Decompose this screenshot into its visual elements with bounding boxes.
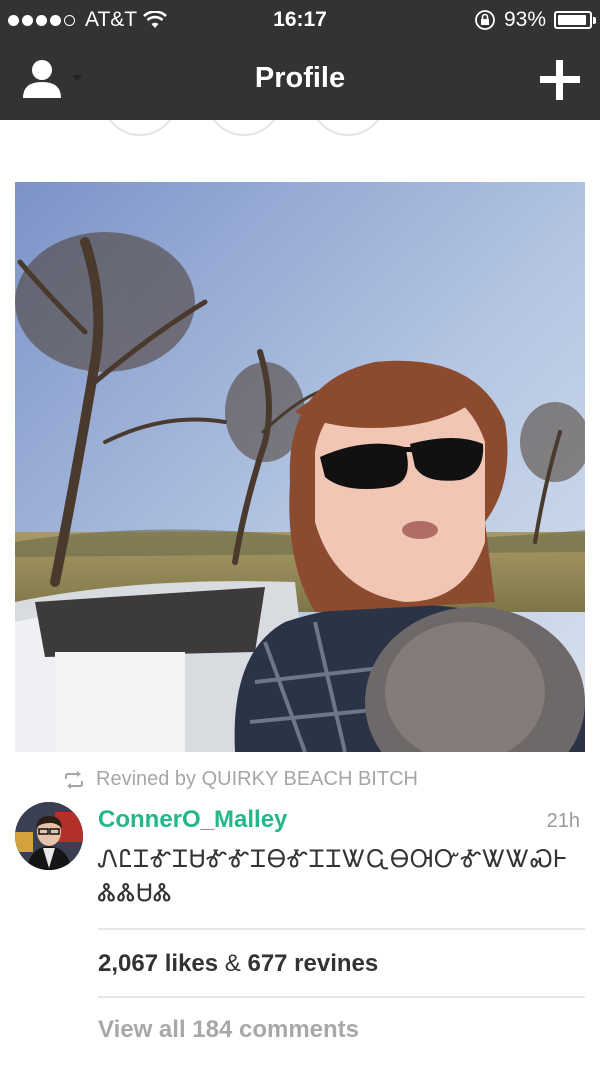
battery-nub	[593, 17, 596, 24]
view-all-comments-link[interactable]: View all 184 comments	[98, 1016, 359, 1044]
plus-icon	[540, 60, 580, 100]
revined-by-text: Revined by QUIRKY BEACH BITCH	[96, 768, 418, 790]
revines-count-link[interactable]: 677 revines	[247, 950, 378, 977]
video-thumbnail[interactable]	[15, 182, 585, 752]
stats-separator: &	[224, 950, 241, 977]
divider	[98, 928, 585, 930]
revined-by-line[interactable]: Revined by QUIRKY BEACH BITCH	[62, 768, 418, 791]
battery-icon	[554, 11, 596, 29]
avatar-image	[15, 802, 83, 870]
username-link[interactable]: ConnerO_Malley	[98, 806, 287, 834]
video-frame-image	[15, 182, 585, 752]
profile-stat-circles	[0, 120, 600, 140]
battery-percent: 93%	[503, 8, 546, 31]
stat-circle[interactable]	[206, 120, 282, 136]
battery-fill	[558, 15, 586, 25]
revine-icon	[65, 770, 83, 789]
avatar[interactable]	[15, 802, 83, 870]
divider	[98, 996, 585, 998]
page-title: Profile	[254, 62, 346, 94]
post-timestamp: 21h	[546, 810, 580, 832]
stat-circle[interactable]	[310, 120, 386, 136]
stat-circle[interactable]	[102, 120, 178, 136]
post-caption: ᏁᏝᏆᎹᏆᏌᎹᎹᏆᎾᎹᏆᏆᏔᏩᎾᎺᏅᎹᏔᏔᏍᎰᏜᏜᏌᏜ	[98, 845, 568, 907]
likes-count-link[interactable]: 2,067 likes	[98, 950, 218, 977]
post-stats: 2,067 likes & 677 revines	[98, 950, 378, 978]
navigation-bar: Profile	[0, 40, 600, 120]
status-bar: AT&T 16:17 93%	[0, 0, 600, 40]
add-post-button[interactable]	[540, 60, 580, 100]
status-right: 93%	[474, 8, 596, 32]
rotation-lock-icon	[475, 10, 495, 30]
